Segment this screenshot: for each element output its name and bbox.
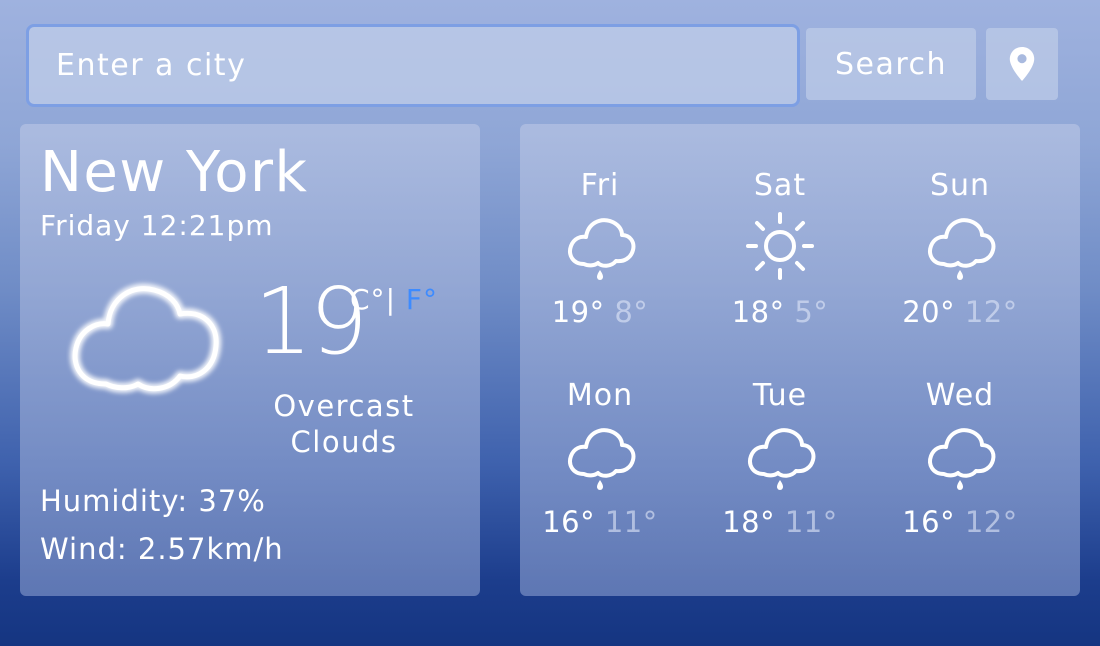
forecast-low: 5°: [794, 295, 829, 329]
forecast-day-fri: Fri 19° 8°: [520, 168, 680, 330]
sun-icon: [746, 212, 814, 280]
forecast-low: 12°: [964, 505, 1018, 539]
weather-description: Overcast Clouds: [264, 388, 424, 460]
forecast-day-name: Fri: [580, 168, 620, 203]
forecast-day-name: Sat: [753, 168, 807, 203]
forecast-low: 11°: [604, 505, 658, 539]
forecast-day-tue: Tue 18° 11°: [700, 378, 860, 540]
city-name: New York: [40, 140, 309, 205]
current-temperature: 19: [254, 268, 368, 375]
rain-cloud-icon: [928, 428, 996, 490]
unit-separator: |: [385, 283, 396, 316]
description-line-2: Clouds: [290, 425, 398, 459]
forecast-day-mon: Mon 16° 11°: [520, 378, 680, 540]
rain-cloud-icon: [928, 218, 996, 280]
forecast-high: 16°: [542, 505, 596, 539]
forecast-temps: 19° 8°: [520, 294, 680, 330]
rain-cloud-icon: [568, 218, 636, 280]
forecast-low: 8°: [614, 295, 649, 329]
forecast-high: 16°: [902, 505, 956, 539]
rain-cloud-icon: [748, 428, 816, 490]
cloud-icon: [70, 283, 222, 394]
forecast-high: 18°: [731, 295, 785, 329]
wind-speed: Wind: 2.57km/h: [40, 532, 284, 566]
forecast-panel: Fri 19° 8° Sat 18° 5° Sun 20° 12° Mon 16…: [520, 124, 1080, 596]
forecast-day-name: Wed: [925, 378, 995, 413]
forecast-day-sat: Sat 18° 5°: [700, 168, 860, 330]
forecast-temps: 18° 5°: [700, 294, 860, 330]
location-button[interactable]: [986, 28, 1058, 100]
current-datetime: Friday 12:21pm: [40, 209, 274, 242]
forecast-day-name: Tue: [752, 378, 808, 413]
forecast-temps: 20° 12°: [880, 294, 1040, 330]
forecast-low: 12°: [964, 295, 1018, 329]
location-pin-icon: [1009, 47, 1035, 81]
description-line-1: Overcast: [273, 389, 415, 423]
unit-toggle: C°| F°: [350, 284, 438, 316]
forecast-day-name: Mon: [566, 378, 634, 413]
forecast-high: 18°: [722, 505, 776, 539]
forecast-high: 19°: [551, 295, 605, 329]
forecast-temps: 16° 11°: [520, 504, 680, 540]
search-input[interactable]: [26, 24, 800, 107]
forecast-temps: 16° 12°: [880, 504, 1040, 540]
forecast-high: 20°: [902, 295, 956, 329]
search-button[interactable]: Search: [806, 28, 976, 100]
forecast-temps: 18° 11°: [700, 504, 860, 540]
unit-fahrenheit[interactable]: F°: [406, 283, 438, 316]
rain-cloud-icon: [568, 428, 636, 490]
current-weather-panel: New York Friday 12:21pm 19 C°| F° Overca…: [20, 124, 480, 596]
forecast-day-sun: Sun 20° 12°: [880, 168, 1040, 330]
forecast-day-wed: Wed 16° 12°: [880, 378, 1040, 540]
humidity: Humidity: 37%: [40, 484, 266, 518]
forecast-day-name: Sun: [929, 168, 991, 203]
forecast-low: 11°: [784, 505, 838, 539]
unit-celsius[interactable]: C°: [350, 283, 386, 316]
